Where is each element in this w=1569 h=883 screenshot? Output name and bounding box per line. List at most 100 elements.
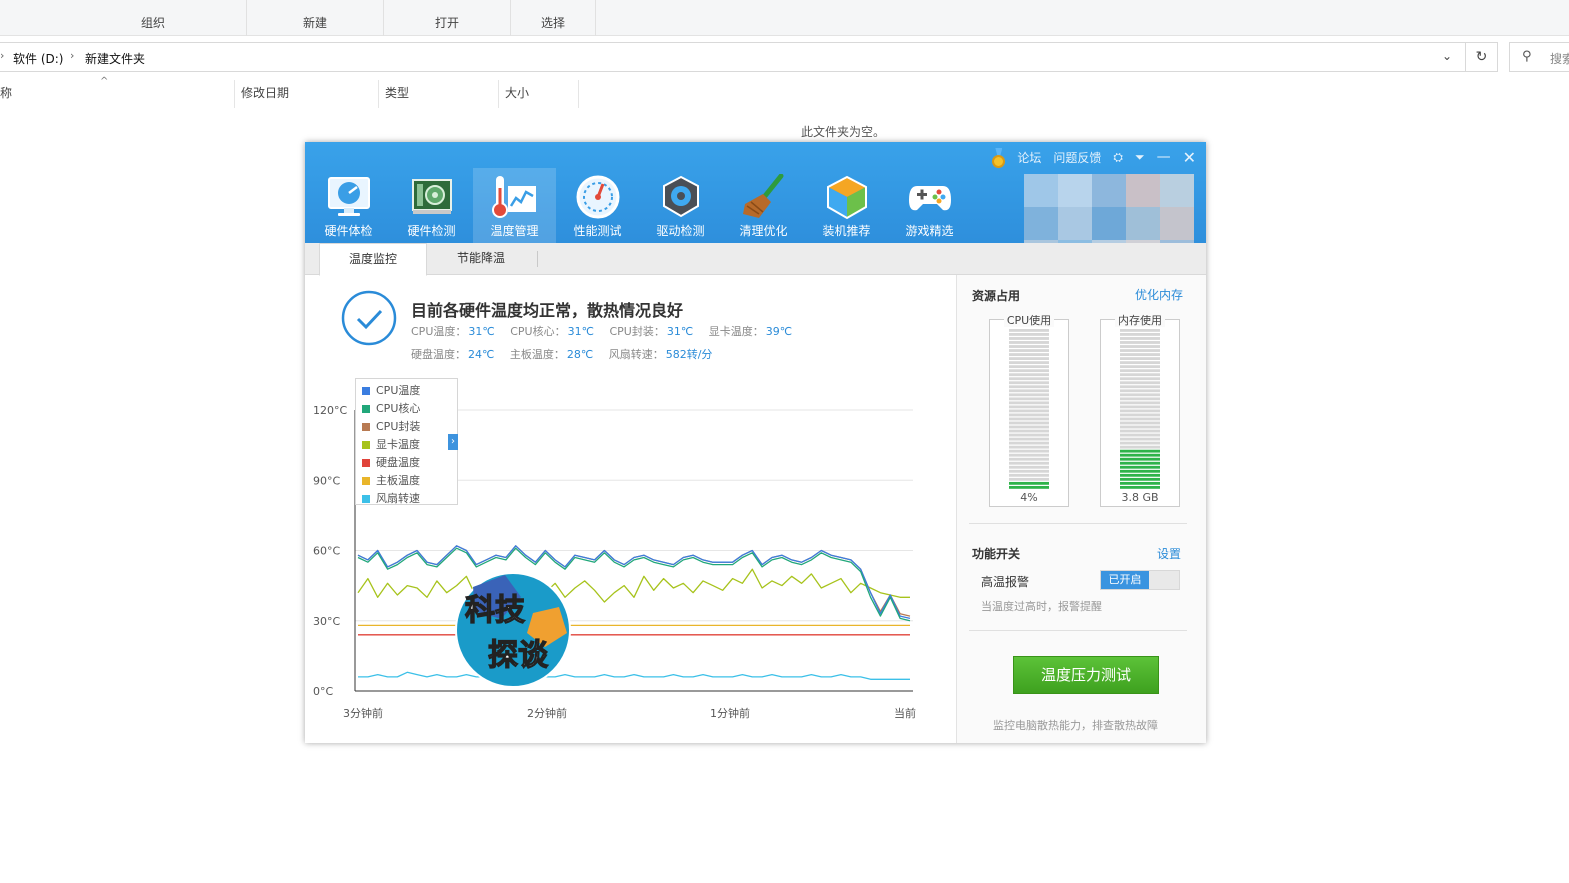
medal-icon[interactable] <box>991 148 1006 168</box>
skin-icon[interactable]: ⛭ <box>1113 150 1123 165</box>
ribbon-group-label: 组织 <box>140 16 165 30</box>
nav-item-temperature[interactable]: 温度管理 <box>473 168 556 243</box>
x-tick-label: 3分钟前 <box>343 706 383 720</box>
column-name[interactable]: 称 <box>0 80 235 108</box>
usage-bar-segment <box>1120 481 1160 485</box>
search-icon: ⚲ <box>1522 49 1532 64</box>
tab-divider <box>537 251 538 267</box>
series-line-1 <box>357 545 911 620</box>
gauge-title: CPU使用 <box>990 312 1068 328</box>
y-tick-label: 0°C <box>313 685 333 698</box>
search-input[interactable]: ⚲ 搜索 <box>1509 42 1569 72</box>
forum-link[interactable]: 论坛 <box>1017 149 1041 166</box>
nav-label: 游戏精选 <box>905 224 954 238</box>
breadcrumb-folder[interactable]: 新建文件夹 <box>85 50 145 67</box>
nav-item-games[interactable]: 游戏精选 <box>888 168 971 243</box>
x-tick-label: 2分钟前 <box>527 706 567 720</box>
temp-label: 显卡温度： <box>708 325 764 338</box>
settings-link[interactable]: 设置 <box>1157 545 1181 562</box>
ribbon-group-open: 打开 <box>384 0 511 36</box>
column-type[interactable]: 类型 <box>379 80 499 108</box>
usage-bar-segment <box>1120 441 1160 445</box>
nav-item-hardware-check[interactable]: 硬件体检 <box>307 168 390 243</box>
usage-bar-segment <box>1009 357 1049 360</box>
usage-bar-segment <box>1120 341 1160 344</box>
nav-item-performance[interactable]: 性能测试 <box>556 168 639 243</box>
column-date-modified[interactable]: 修改日期 <box>235 80 379 108</box>
legend-item-disk-temp[interactable]: 硬盘温度 <box>356 454 457 472</box>
legend-item-fan-speed[interactable]: 风扇转速 <box>356 490 457 508</box>
toggle-state: 已开启 <box>1101 571 1149 589</box>
functions-title: 功能开关 <box>972 547 1021 561</box>
column-size[interactable]: 大小 <box>499 80 579 108</box>
gauge-title: 内存使用 <box>1101 312 1179 328</box>
series-line-7 <box>358 671 910 680</box>
x-tick-label: 1分钟前 <box>710 706 750 720</box>
legend-item-gpu-temp[interactable]: 显卡温度 <box>356 436 457 454</box>
usage-bar-segment <box>1120 429 1160 433</box>
usage-bar-segment <box>1120 473 1160 477</box>
ribbon-group-label: 选择 <box>540 16 565 30</box>
usage-bar-segment <box>1120 421 1160 425</box>
tab-energy-cooling[interactable]: 节能降温 <box>427 243 535 275</box>
legend-item-cpu-core[interactable]: CPU核心 <box>356 400 457 418</box>
usage-bar-segment <box>1120 445 1160 449</box>
tab-temperature-monitor[interactable]: 温度监控 <box>319 243 427 276</box>
usage-bar-segment <box>1009 457 1049 461</box>
legend-item-board-temp[interactable]: 主板温度 <box>356 472 457 490</box>
nav-label: 装机推荐 <box>822 224 871 238</box>
mosaic-tile <box>1058 174 1092 207</box>
close-icon[interactable]: ✕ <box>1183 148 1196 167</box>
address-bar[interactable]: › 软件 (D:) › 新建文件夹 ⌄ <box>0 42 1466 72</box>
y-tick-label: 30°C <box>313 615 340 628</box>
optimize-memory-link[interactable]: 优化内存 <box>1135 286 1183 303</box>
usage-bar-segment <box>1009 397 1049 401</box>
temp-value: 582转/分 <box>665 348 713 361</box>
address-dropdown-icon[interactable]: ⌄ <box>1442 49 1452 63</box>
usage-bar-segment <box>1009 429 1049 433</box>
feedback-link[interactable]: 问题反馈 <box>1053 149 1101 166</box>
usage-bar-segment <box>1009 377 1049 381</box>
nav-item-build-recommend[interactable]: 装机推荐 <box>805 168 888 243</box>
usage-bar-segment <box>1120 361 1160 365</box>
mosaic-tile <box>1126 207 1160 240</box>
nav-label: 驱动检测 <box>656 224 705 238</box>
usage-bar-segment <box>1009 441 1049 445</box>
usage-bar-segment <box>1009 461 1049 465</box>
refresh-icon[interactable]: ↻ <box>1466 42 1498 72</box>
usage-bar-segment <box>1009 417 1049 421</box>
legend-collapse-icon[interactable]: › <box>448 434 458 450</box>
mosaic-tile <box>1058 207 1092 240</box>
minimize-icon[interactable]: — <box>1157 149 1171 165</box>
status-title: 目前各硬件温度均正常，散热情况良好 <box>411 301 684 320</box>
nav-item-hardware-detect[interactable]: 硬件检测 <box>390 168 473 243</box>
usage-bar-segment <box>1009 389 1049 393</box>
menu-dropdown-icon[interactable]: ⏷ <box>1135 150 1145 165</box>
nav-item-driver[interactable]: 驱动检测 <box>639 168 722 243</box>
usage-bar-segment <box>1009 405 1049 409</box>
x-tick-label: 当前 <box>894 706 916 720</box>
temp-label: 硬盘温度： <box>411 348 466 361</box>
usage-bar-segment <box>1009 425 1049 429</box>
nav-item-cleanup[interactable]: 清理优化 <box>722 168 805 243</box>
cpu-usage-bars <box>1009 329 1049 489</box>
mosaic-tile <box>1160 207 1194 240</box>
breadcrumb-chevron-icon: › <box>70 49 75 62</box>
mosaic-tile <box>1092 174 1126 207</box>
stress-test-button[interactable]: 温度压力测试 <box>1013 656 1159 694</box>
mosaic-tile <box>1126 174 1160 207</box>
nav-label: 清理优化 <box>739 224 788 238</box>
monitor-panel: 目前各硬件温度均正常，散热情况良好 CPU温度： 31℃ CPU核心： 31℃ CP… <box>305 275 956 743</box>
high-temp-alarm-toggle[interactable]: 已开启 <box>1100 570 1180 590</box>
usage-bar-segment <box>1120 393 1160 397</box>
mosaic-tile <box>1024 207 1058 240</box>
circuit-board-icon <box>412 179 452 214</box>
mosaic-tile <box>1160 174 1194 207</box>
legend-item-cpu-package[interactable]: CPU封装 <box>356 418 457 436</box>
usage-bar-segment <box>1120 389 1160 393</box>
breadcrumb-drive[interactable]: 软件 (D:) <box>13 50 63 67</box>
temp-row-1: CPU温度： 31℃ CPU核心： 31℃ CPU封装： 31℃ 显卡温度： 39℃ <box>411 323 804 339</box>
usage-bar-segment <box>1120 409 1160 413</box>
temperature-app-window: 论坛 问题反馈 ⛭ ⏷ — ✕ 硬件体检 硬件检测 温度管理 性能测试 驱动检测… <box>305 142 1206 743</box>
legend-item-cpu-temp[interactable]: CPU温度 <box>356 382 457 400</box>
